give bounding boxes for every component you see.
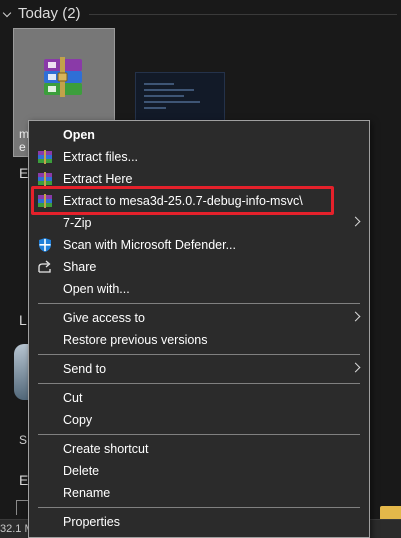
menu-item-label: Give access to [63, 311, 145, 325]
submenu-arrow-icon [350, 216, 361, 227]
collapse-chevron-icon[interactable] [0, 0, 14, 26]
thumb-line [144, 101, 200, 103]
thumb-line [144, 107, 166, 109]
menu-separator [38, 383, 360, 384]
winrar-archive-icon [38, 150, 52, 164]
menu-item-label: Properties [63, 515, 120, 529]
menu-item-scan-defender[interactable]: Scan with Microsoft Defender... [30, 234, 368, 256]
thumb-line [144, 95, 184, 97]
file-thumbnail-screenshot[interactable] [135, 72, 225, 122]
menu-item-send-to[interactable]: Send to [30, 358, 368, 380]
share-icon [38, 260, 51, 273]
submenu-arrow-icon [350, 362, 361, 373]
group-title: Today (2) [18, 4, 81, 22]
folder-icon[interactable] [380, 506, 401, 520]
group-header-fragment: L [19, 312, 27, 328]
context-menu: Open Extract files... Extract Here Extra… [28, 120, 370, 538]
menu-item-give-access[interactable]: Give access to [30, 307, 368, 329]
menu-item-label: Create shortcut [63, 442, 149, 456]
thumb-line [144, 83, 174, 85]
menu-item-delete[interactable]: Delete [30, 460, 368, 482]
menu-item-extract-files[interactable]: Extract files... [30, 146, 368, 168]
thumb-line [144, 89, 194, 91]
group-header-fragment: E [19, 472, 29, 488]
menu-item-cut[interactable]: Cut [30, 387, 368, 409]
menu-item-label: Restore previous versions [63, 333, 208, 347]
menu-item-copy[interactable]: Copy [30, 409, 368, 431]
menu-separator [38, 434, 360, 435]
menu-item-share[interactable]: Share [30, 256, 368, 278]
menu-item-label: Share [63, 260, 97, 274]
menu-item-label: Send to [63, 362, 107, 376]
menu-item-create-shortcut[interactable]: Create shortcut [30, 438, 368, 460]
menu-item-properties[interactable]: Properties [30, 511, 368, 533]
file-name-fragment: S [19, 433, 28, 447]
menu-item-label: Rename [63, 486, 111, 500]
menu-item-restore-versions[interactable]: Restore previous versions [30, 329, 368, 351]
menu-item-label: Extract files... [63, 150, 139, 164]
shield-icon [39, 238, 51, 252]
menu-separator [38, 507, 360, 508]
menu-item-label: Open with... [63, 282, 130, 296]
menu-item-label: Delete [63, 464, 100, 478]
winrar-archive-icon [38, 172, 52, 186]
menu-item-rename[interactable]: Rename [30, 482, 368, 504]
menu-item-label: Scan with Microsoft Defender... [63, 238, 236, 252]
menu-item-label: Copy [63, 413, 93, 427]
menu-separator [38, 354, 360, 355]
menu-item-label: Open [63, 128, 95, 142]
group-header-fragment: E [19, 165, 29, 181]
menu-item-7zip[interactable]: 7-Zip [30, 212, 368, 234]
file-name-line-2: e [19, 140, 26, 154]
winrar-archive-icon [44, 57, 82, 97]
submenu-arrow-icon [350, 311, 361, 322]
menu-item-label: 7-Zip [63, 216, 92, 230]
highlight-annotation-box [31, 186, 334, 215]
menu-item-label: Cut [63, 391, 83, 405]
menu-separator [38, 303, 360, 304]
menu-item-open-with[interactable]: Open with... [30, 278, 368, 300]
group-divider [88, 13, 397, 15]
menu-item-open[interactable]: Open [30, 124, 368, 146]
group-header-today[interactable]: Today (2) [0, 0, 401, 26]
